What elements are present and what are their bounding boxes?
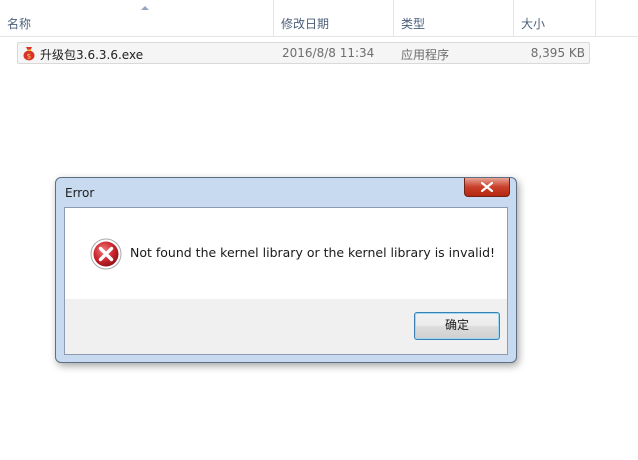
error-icon bbox=[90, 238, 122, 270]
column-header-label: 修改日期 bbox=[281, 17, 330, 31]
column-header-name[interactable]: 名称 bbox=[0, 0, 274, 36]
ok-button[interactable]: 确定 bbox=[414, 312, 500, 340]
file-size: 8,395 KB bbox=[530, 46, 585, 60]
file-name: 升级包3.6.3.6.exe bbox=[40, 48, 144, 62]
close-icon bbox=[481, 182, 493, 192]
svg-text:$: $ bbox=[27, 53, 31, 61]
column-header-size[interactable]: 大小 bbox=[514, 0, 596, 36]
error-dialog: Error Not found the kernel library or th… bbox=[55, 177, 517, 363]
message-area: Not found the kernel library or the kern… bbox=[65, 208, 507, 299]
dialog-content: Not found the kernel library or the kern… bbox=[64, 207, 508, 355]
sort-ascending-icon bbox=[141, 6, 149, 10]
error-message: Not found the kernel library or the kern… bbox=[130, 245, 496, 260]
file-type: 应用程序 bbox=[401, 48, 450, 62]
dialog-titlebar[interactable]: Error bbox=[56, 178, 516, 206]
column-header-label: 名称 bbox=[7, 17, 32, 31]
column-header-label: 大小 bbox=[521, 17, 546, 31]
column-header-date[interactable]: 修改日期 bbox=[274, 0, 394, 36]
column-header-bar: 名称 修改日期 类型 大小 bbox=[0, 0, 638, 37]
column-header-type[interactable]: 类型 bbox=[394, 0, 514, 36]
file-date: 2016/8/8 11:34 bbox=[282, 46, 375, 60]
close-button[interactable] bbox=[464, 178, 510, 197]
column-header-label: 类型 bbox=[401, 17, 426, 31]
file-row[interactable]: $ 升级包3.6.3.6.exe 2016/8/8 11:34 应用程序 8,3… bbox=[17, 42, 590, 64]
dialog-title: Error bbox=[65, 186, 95, 200]
money-bag-icon: $ bbox=[23, 47, 35, 61]
